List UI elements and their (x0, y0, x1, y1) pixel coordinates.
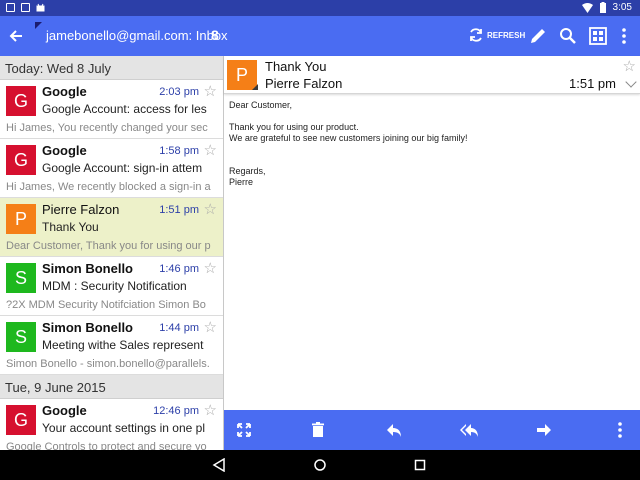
reply-all-icon[interactable] (459, 420, 479, 440)
status-bar: 3:05 (0, 0, 640, 16)
message-item[interactable]: G Google 12:46 pm ☆ Your account setting… (0, 399, 223, 450)
system-nav-bar (0, 450, 640, 480)
message-time: 2:03 pm (159, 86, 199, 98)
message-time: 1:51 pm (159, 204, 199, 216)
body-line: We are grateful to see new customers joi… (229, 133, 468, 143)
message-time: 1:44 pm (159, 322, 199, 334)
message-sender: Pierre Falzon (42, 202, 120, 217)
wifi-icon (581, 2, 593, 13)
message-subject: Google Account: access for les (42, 102, 207, 116)
date-header: Tue, 9 June 2015 (0, 375, 223, 399)
refresh-button[interactable]: REFRESH (468, 27, 525, 43)
message-time: 1:46 pm (159, 263, 199, 275)
battery-icon (599, 2, 606, 13)
message-actions-toolbar (224, 410, 640, 450)
message-subject: Google Account: sign-in attem (42, 161, 203, 175)
message-sender: Google (42, 403, 87, 418)
message-subject: MDM : Security Notification (42, 279, 187, 293)
avatar: G (6, 405, 36, 435)
star-icon[interactable]: ☆ (204, 318, 217, 336)
nav-home-icon[interactable] (313, 458, 327, 472)
chevron-down-icon[interactable] (625, 76, 637, 88)
nav-recents-icon[interactable] (414, 459, 426, 471)
body-signature: Pierre (229, 177, 254, 187)
app-bar: jamebonello@gmail.com: Inbox 8 REFRESH (0, 16, 640, 56)
message-subject: Meeting withe Sales represent (42, 338, 204, 352)
forward-icon[interactable] (534, 420, 554, 440)
notification-icon (6, 3, 15, 12)
message-item[interactable]: G Google 2:03 pm ☆ Google Account: acces… (0, 80, 223, 139)
image-notification-icon (21, 3, 30, 12)
message-list: Today: Wed 8 July G Google 2:03 pm ☆ Goo… (0, 56, 224, 450)
message-sender: Google (42, 143, 87, 158)
message-time: 12:46 pm (153, 405, 199, 417)
avatar-corner-icon (252, 84, 258, 90)
avatar: G (6, 86, 36, 116)
fullscreen-icon[interactable] (234, 420, 254, 440)
star-icon[interactable]: ☆ (204, 200, 217, 218)
message-sender: Simon Bonello (42, 261, 133, 276)
avatar: S (6, 322, 36, 352)
star-icon[interactable]: ☆ (204, 82, 217, 100)
message-preview: Hi James, We recently blocked a sign-in … (6, 181, 211, 193)
message-preview: ?2X MDM Security Notifciation Simon Bo (6, 299, 206, 311)
status-time: 3:05 (612, 2, 632, 13)
message-item[interactable]: S Simon Bonello 1:46 pm ☆ MDM : Security… (0, 257, 223, 316)
message-subject: Thank You (42, 220, 99, 234)
message-body: Dear Customer, Thank you for using our p… (229, 100, 467, 188)
date-header: Today: Wed 8 July (0, 56, 223, 80)
trash-icon[interactable] (308, 420, 328, 440)
message-preview: Dear Customer, Thank you for using our p (6, 240, 211, 252)
star-icon[interactable]: ☆ (204, 141, 217, 159)
avatar: S (6, 263, 36, 293)
star-icon[interactable]: ☆ (623, 57, 636, 75)
message-preview: Google Controls to protect and secure yo (6, 441, 207, 450)
android-icon (36, 3, 45, 12)
detail-subject: Thank You (265, 59, 327, 74)
more-vert-icon[interactable] (610, 420, 630, 440)
refresh-icon (470, 28, 482, 42)
account-flag-icon (35, 22, 42, 29)
detail-sender: Pierre Falzon (265, 76, 343, 91)
message-sender: Google (42, 84, 87, 99)
nav-back-icon[interactable] (212, 458, 226, 472)
more-vert-icon[interactable] (614, 26, 634, 46)
unread-count: 8 (211, 27, 219, 43)
reply-icon[interactable] (384, 420, 404, 440)
message-item[interactable]: G Google 1:58 pm ☆ Google Account: sign-… (0, 139, 223, 198)
grid-icon[interactable] (588, 26, 608, 46)
message-preview: Hi James, You recently changed your sec (6, 122, 208, 134)
message-subject: Your account settings in one pl (42, 421, 206, 435)
message-time: 1:58 pm (159, 145, 199, 157)
message-detail: P Thank You Pierre Falzon 1:51 pm ☆ Dear… (224, 56, 640, 410)
message-header[interactable]: P Thank You Pierre Falzon 1:51 pm ☆ (224, 56, 640, 94)
refresh-label: REFRESH (487, 30, 526, 40)
star-icon[interactable]: ☆ (204, 401, 217, 419)
search-icon[interactable] (558, 26, 578, 46)
back-arrow-icon[interactable] (8, 26, 24, 46)
avatar: P (6, 204, 36, 234)
body-closing: Regards, (229, 166, 266, 176)
star-icon[interactable]: ☆ (204, 259, 217, 277)
message-preview: Simon Bonello - simon.bonello@parallels. (6, 358, 210, 370)
message-item[interactable]: S Simon Bonello 1:44 pm ☆ Meeting withe … (0, 316, 223, 375)
avatar: G (6, 145, 36, 175)
message-item-selected[interactable]: P Pierre Falzon 1:51 pm ☆ Thank You Dear… (0, 198, 223, 257)
pencil-icon[interactable] (528, 26, 548, 46)
body-line: Thank you for using our product. (229, 122, 359, 132)
account-title: jamebonello@gmail.com: Inbox (46, 28, 228, 43)
message-sender: Simon Bonello (42, 320, 133, 335)
body-greeting: Dear Customer, (229, 100, 293, 110)
detail-time: 1:51 pm (569, 76, 616, 91)
